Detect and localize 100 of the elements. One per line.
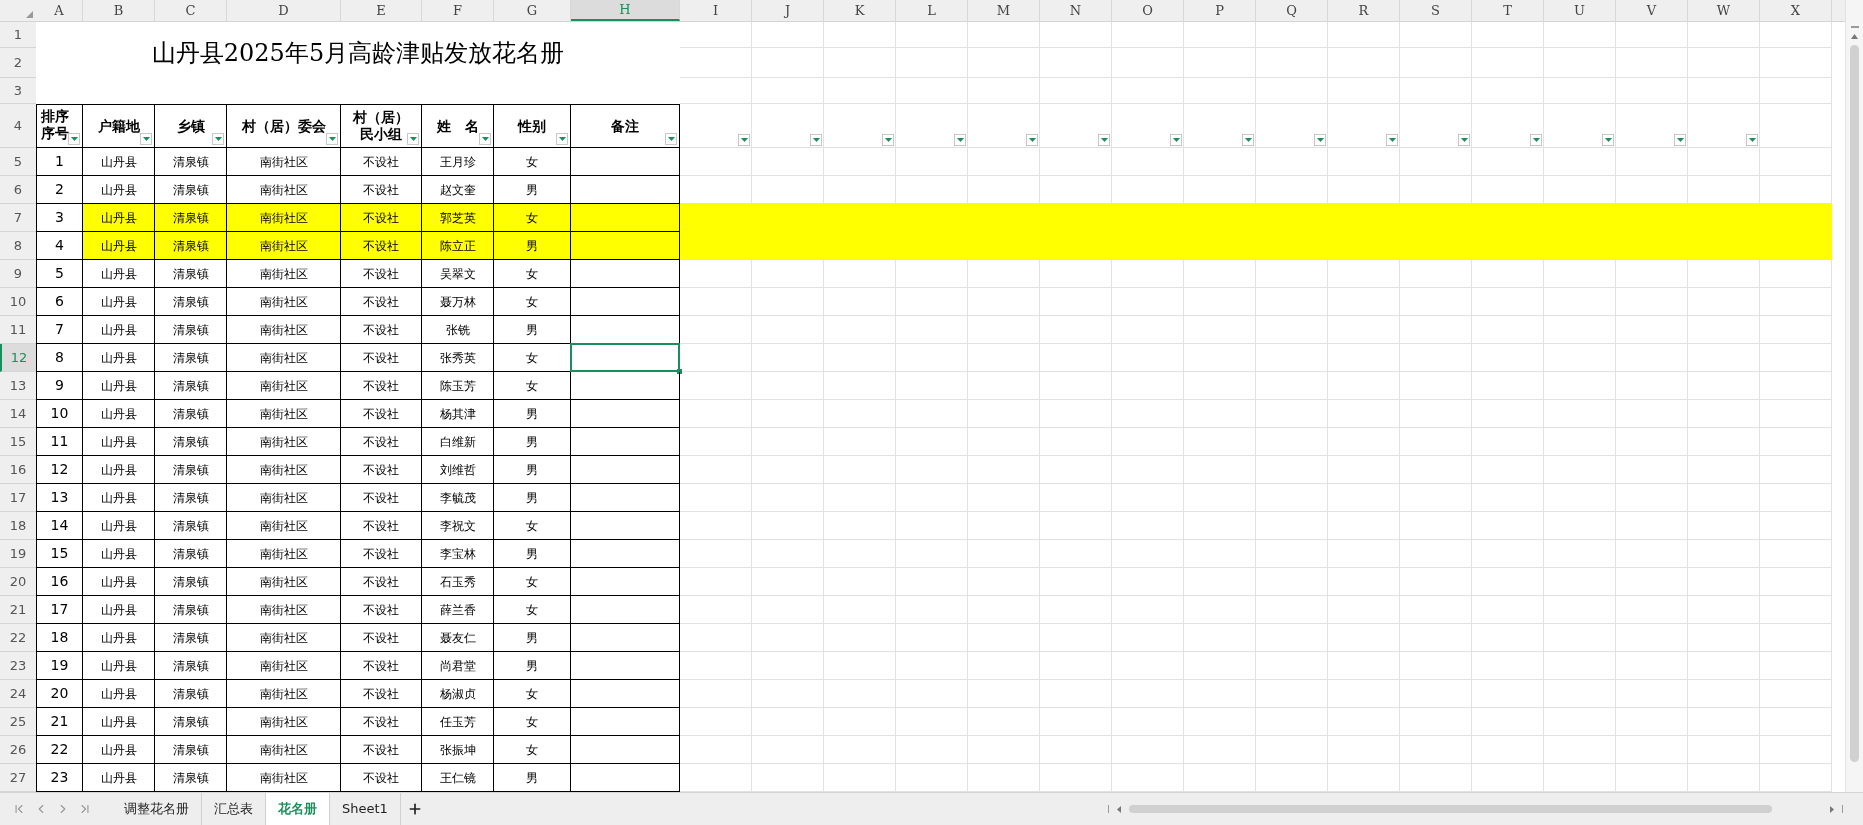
scroll-right-icon[interactable] [1830, 805, 1834, 813]
horizontal-scrollbar[interactable] [1108, 802, 1843, 816]
column-header[interactable]: B [83, 0, 155, 21]
table-cell: 南街社区 [227, 596, 341, 624]
column-header[interactable]: P [1184, 0, 1256, 21]
filter-dropdown-button[interactable] [1746, 134, 1758, 146]
row-number[interactable]: 7 [0, 204, 36, 232]
filter-dropdown-button[interactable] [810, 134, 822, 146]
column-header[interactable]: X [1760, 0, 1832, 21]
column-header[interactable]: D [227, 0, 341, 21]
table-cell: 南街社区 [227, 680, 341, 708]
vertical-scrollbar[interactable] [1845, 0, 1863, 792]
filter-dropdown-button[interactable] [140, 133, 152, 145]
table-cell: 不设社 [341, 568, 422, 596]
row-number[interactable]: 8 [0, 232, 36, 260]
filter-dropdown-button[interactable] [1458, 134, 1470, 146]
filter-dropdown-button[interactable] [407, 133, 419, 145]
row-number[interactable]: 22 [0, 624, 36, 652]
filter-dropdown-button[interactable] [1026, 134, 1038, 146]
sheet-tab[interactable]: 调整花名册 [112, 793, 202, 825]
filter-dropdown-button[interactable] [68, 133, 80, 145]
filter-dropdown-button[interactable] [738, 134, 750, 146]
filter-dropdown-button[interactable] [882, 134, 894, 146]
row-number[interactable]: 21 [0, 596, 36, 624]
column-header[interactable]: S [1400, 0, 1472, 21]
filter-dropdown-button[interactable] [1602, 134, 1614, 146]
table-cell: 清泉镇 [155, 512, 227, 540]
scroll-up-icon[interactable] [1851, 34, 1858, 39]
filter-dropdown-button[interactable] [1386, 134, 1398, 146]
row-number[interactable]: 24 [0, 680, 36, 708]
filter-dropdown-button[interactable] [1674, 134, 1686, 146]
table-cell: 山丹县 [83, 316, 155, 344]
filter-dropdown-button[interactable] [326, 133, 338, 145]
row-number[interactable]: 3 [0, 78, 36, 104]
filter-dropdown-button[interactable] [954, 134, 966, 146]
selected-cell[interactable] [570, 343, 680, 372]
column-header[interactable]: F [422, 0, 494, 21]
column-header[interactable]: J [752, 0, 824, 21]
row-number[interactable]: 15 [0, 428, 36, 456]
row-number[interactable]: 9 [0, 260, 36, 288]
row-number[interactable]: 5 [0, 148, 36, 176]
filter-dropdown-button[interactable] [1530, 134, 1542, 146]
column-header[interactable]: T [1472, 0, 1544, 21]
table-cell: 清泉镇 [155, 232, 227, 260]
sheet-tab[interactable]: 花名册 [266, 793, 330, 825]
table-cell: 8 [36, 344, 83, 372]
filter-dropdown-button[interactable] [1098, 134, 1110, 146]
row-number[interactable]: 1 [0, 22, 36, 48]
column-header[interactable]: L [896, 0, 968, 21]
row-number[interactable]: 19 [0, 540, 36, 568]
row-number[interactable]: 17 [0, 484, 36, 512]
filter-dropdown-button[interactable] [479, 133, 491, 145]
column-header[interactable]: C [155, 0, 227, 21]
column-header[interactable]: W [1688, 0, 1760, 21]
column-header[interactable]: A [36, 0, 83, 21]
filter-dropdown-button[interactable] [1314, 134, 1326, 146]
caret-icon [667, 137, 675, 141]
column-header[interactable]: K [824, 0, 896, 21]
row-number[interactable]: 23 [0, 652, 36, 680]
column-header[interactable]: Q [1256, 0, 1328, 21]
column-header[interactable]: R [1328, 0, 1400, 21]
scroll-left-icon[interactable] [1117, 805, 1121, 813]
column-header[interactable]: N [1040, 0, 1112, 21]
column-header[interactable]: I [680, 0, 752, 21]
column-header[interactable]: U [1544, 0, 1616, 21]
table-cell: 女 [494, 344, 571, 372]
select-all-icon[interactable] [26, 11, 33, 18]
row-number[interactable]: 16 [0, 456, 36, 484]
last-sheet-icon[interactable] [78, 802, 92, 816]
table-cell: 15 [36, 540, 83, 568]
table-cell: 南街社区 [227, 512, 341, 540]
filter-dropdown-button[interactable] [212, 133, 224, 145]
row-number[interactable]: 10 [0, 288, 36, 316]
column-header[interactable]: O [1112, 0, 1184, 21]
row-number[interactable]: 2 [0, 48, 36, 78]
row-number[interactable]: 13 [0, 372, 36, 400]
filter-dropdown-button[interactable] [556, 133, 568, 145]
row-number[interactable]: 25 [0, 708, 36, 736]
row-number[interactable]: 14 [0, 400, 36, 428]
row-number[interactable]: 27 [0, 764, 36, 792]
row-number[interactable]: 20 [0, 568, 36, 596]
row-number[interactable]: 4 [0, 104, 36, 148]
first-sheet-icon[interactable] [12, 802, 26, 816]
sheet-tab[interactable]: Sheet1 [330, 793, 401, 825]
row-number[interactable]: 6 [0, 176, 36, 204]
filter-dropdown-button[interactable] [665, 133, 677, 145]
column-header[interactable]: V [1616, 0, 1688, 21]
row-number[interactable]: 11 [0, 316, 36, 344]
column-header[interactable]: E [341, 0, 422, 21]
table-cell: 山丹县 [83, 400, 155, 428]
filter-dropdown-button[interactable] [1242, 134, 1254, 146]
row-number[interactable]: 26 [0, 736, 36, 764]
table-cell: 南街社区 [227, 316, 341, 344]
column-header[interactable]: M [968, 0, 1040, 21]
caret-icon [1028, 138, 1036, 142]
row-number[interactable]: 18 [0, 512, 36, 540]
filter-dropdown-button[interactable] [1170, 134, 1182, 146]
table-cell: 山丹县 [83, 456, 155, 484]
table-cell: 山丹县 [83, 624, 155, 652]
table-cell: 南街社区 [227, 344, 341, 372]
